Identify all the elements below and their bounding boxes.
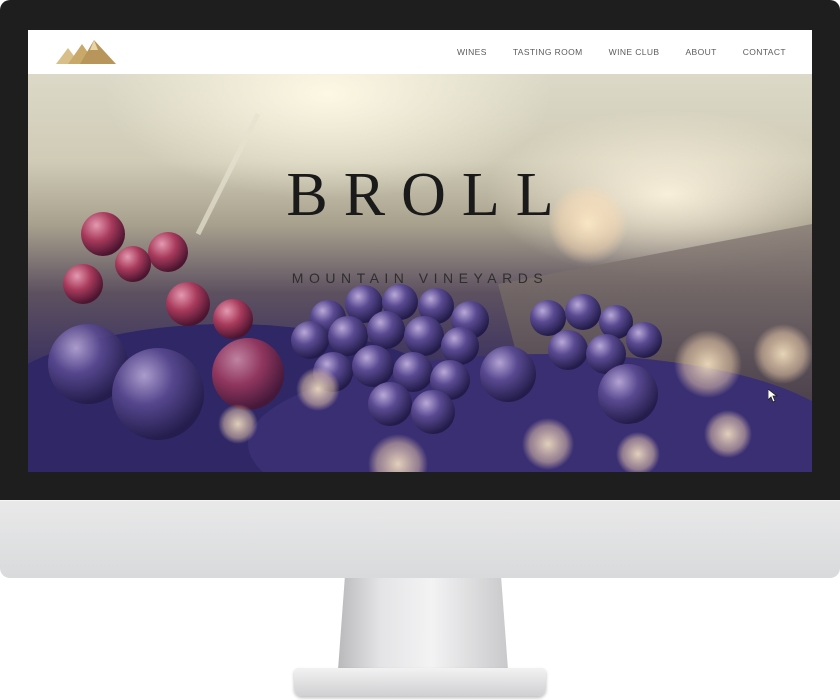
mouse-cursor-icon <box>768 389 778 403</box>
nav-wines[interactable]: WINES <box>457 47 487 57</box>
nav-about[interactable]: ABOUT <box>685 47 716 57</box>
hero-banner: BROLL MOUNTAIN VINEYARDS <box>28 74 812 472</box>
hero-subtitle: MOUNTAIN VINEYARDS <box>291 270 549 286</box>
mountain-logo-icon[interactable] <box>54 38 118 66</box>
site-header: WINES TASTING ROOM WINE CLUB ABOUT CONTA… <box>28 30 812 74</box>
monitor-mockup: WINES TASTING ROOM WINE CLUB ABOUT CONTA… <box>0 0 840 700</box>
hero-title: BROLL <box>286 161 570 229</box>
monitor-screen: WINES TASTING ROOM WINE CLUB ABOUT CONTA… <box>28 30 812 472</box>
nav-tasting-room[interactable]: TASTING ROOM <box>513 47 583 57</box>
nav-wine-club[interactable]: WINE CLUB <box>609 47 660 57</box>
monitor-chin <box>0 500 840 578</box>
monitor-stand-base <box>294 668 546 696</box>
monitor-stand-neck <box>338 578 508 670</box>
nav-contact[interactable]: CONTACT <box>743 47 786 57</box>
main-nav: WINES TASTING ROOM WINE CLUB ABOUT CONTA… <box>457 30 786 74</box>
